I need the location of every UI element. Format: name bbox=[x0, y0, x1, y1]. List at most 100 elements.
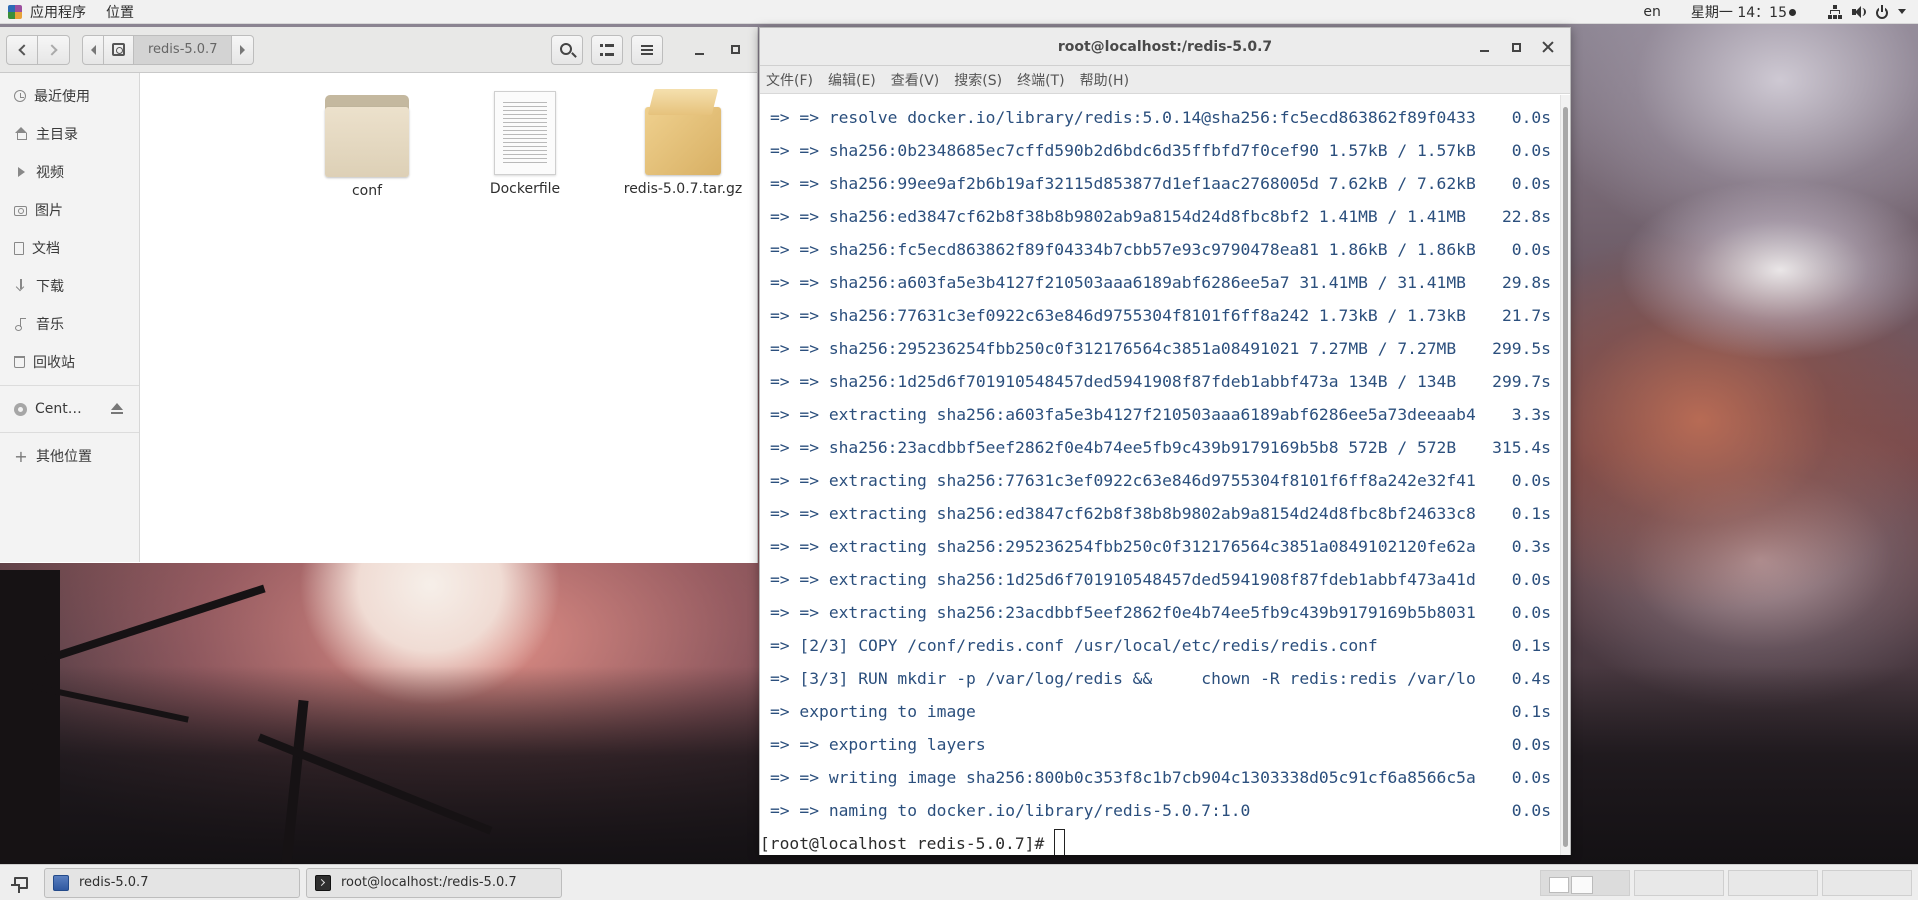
headerbar-tools bbox=[551, 34, 753, 65]
terminal-prompt-line[interactable]: [root@localhost redis-5.0.7]# bbox=[760, 827, 1561, 855]
menu-help[interactable]: 帮助(H) bbox=[1080, 70, 1129, 90]
workspace-3[interactable] bbox=[1728, 869, 1818, 896]
minimize-button[interactable] bbox=[683, 35, 715, 65]
terminal-line: => => exporting layers 0.0s bbox=[770, 728, 1561, 761]
sidebar-item-label: Cent… bbox=[35, 401, 82, 417]
terminal-line: => => resolve docker.io/library/redis:5.… bbox=[770, 101, 1561, 134]
file-item-archive[interactable]: redis-5.0.7.tar.gz bbox=[618, 83, 748, 197]
menu-terminal[interactable]: 终端(T) bbox=[1017, 70, 1064, 90]
sidebar-item-trash[interactable]: 回收站 bbox=[0, 343, 139, 381]
drive-icon bbox=[112, 43, 125, 56]
workspace-4[interactable] bbox=[1822, 869, 1912, 896]
sidebar-item-label: 音乐 bbox=[36, 317, 64, 333]
terminal-screen[interactable]: => => resolve docker.io/library/redis:5.… bbox=[760, 95, 1561, 855]
terminal-line-text: => => sha256:295236254fbb250c0f312176564… bbox=[770, 339, 1457, 358]
sidebar-item-device[interactable]: Cent… bbox=[0, 390, 139, 428]
terminal-titlebar[interactable]: root@localhost:/redis-5.0.7 bbox=[760, 28, 1570, 66]
terminal-line: => => sha256:23acdbbf5eef2862f0e4b74ee5f… bbox=[770, 431, 1561, 464]
terminal-line-time: 0.1s bbox=[1511, 636, 1551, 655]
taskbar-item-label: root@localhost:/redis-5.0.7 bbox=[341, 875, 517, 890]
taskbar-item-terminal[interactable]: root@localhost:/redis-5.0.7 bbox=[306, 867, 562, 898]
triangle-right-icon bbox=[240, 44, 246, 55]
terminal-line-text: => [3/3] RUN mkdir -p /var/log/redis && … bbox=[770, 669, 1476, 688]
terminal-scrollbar[interactable] bbox=[1560, 95, 1570, 855]
terminal-line-time: 0.0s bbox=[1511, 108, 1551, 127]
terminal-line-time: 3.3s bbox=[1511, 405, 1551, 424]
clock-icon bbox=[14, 90, 26, 102]
path-current-button[interactable]: redis-5.0.7 bbox=[134, 34, 233, 65]
path-scroll-left-button[interactable] bbox=[82, 34, 104, 65]
file-item-conf[interactable]: conf bbox=[302, 83, 432, 199]
eject-icon[interactable] bbox=[111, 403, 123, 415]
terminal-line-time: 299.7s bbox=[1492, 372, 1551, 391]
terminal-line: => => sha256:99ee9af2b6b19af32115d853877… bbox=[770, 167, 1561, 200]
places-menu[interactable]: 位置 bbox=[96, 2, 144, 22]
wallpaper-tree-branch bbox=[44, 584, 266, 664]
taskbar-item-label: redis-5.0.7 bbox=[79, 875, 149, 890]
file-item-dockerfile[interactable]: Dockerfile bbox=[460, 83, 590, 197]
menu-edit[interactable]: 编辑(E) bbox=[828, 70, 876, 90]
maximize-button[interactable] bbox=[1502, 34, 1530, 60]
terminal-line-text: => => extracting sha256:a603fa5e3b4127f2… bbox=[770, 405, 1476, 424]
workspace-1[interactable] bbox=[1540, 869, 1630, 896]
sidebar-item-label: 最近使用 bbox=[34, 89, 90, 105]
system-menu[interactable] bbox=[1828, 4, 1918, 19]
close-button[interactable] bbox=[1534, 34, 1562, 60]
back-button[interactable] bbox=[6, 34, 38, 65]
scrollbar-thumb[interactable] bbox=[1563, 107, 1568, 847]
video-icon bbox=[14, 165, 28, 179]
terminal-cursor bbox=[1054, 828, 1066, 855]
path-scroll-right-button[interactable] bbox=[232, 34, 255, 65]
sidebar-item-music[interactable]: 音乐 bbox=[0, 305, 139, 343]
text-file-icon bbox=[494, 91, 556, 175]
document-icon bbox=[14, 241, 24, 255]
sidebar-item-documents[interactable]: 文档 bbox=[0, 229, 139, 267]
maximize-button[interactable] bbox=[719, 35, 751, 65]
terminal-line-time: 299.5s bbox=[1492, 339, 1551, 358]
menu-view[interactable]: 查看(V) bbox=[891, 70, 940, 90]
clock[interactable]: 星期一 14：15 bbox=[1681, 2, 1828, 22]
sidebar-item-pictures[interactable]: 图片 bbox=[0, 191, 139, 229]
terminal-line-text: => => sha256:ed3847cf62b8f38b8b9802ab9a8… bbox=[770, 207, 1466, 226]
applications-menu[interactable]: 应用程序 bbox=[0, 0, 96, 24]
chevron-left-icon bbox=[18, 43, 30, 56]
menu-file[interactable]: 文件(F) bbox=[766, 70, 813, 90]
window-controls bbox=[683, 35, 751, 65]
search-icon bbox=[560, 42, 572, 55]
music-icon bbox=[14, 317, 28, 331]
sidebar-item-recent[interactable]: 最近使用 bbox=[0, 77, 139, 115]
search-button[interactable] bbox=[551, 34, 583, 65]
workspace-2[interactable] bbox=[1634, 869, 1724, 896]
sidebar-item-home[interactable]: 主目录 bbox=[0, 115, 139, 153]
terminal-line-time: 0.4s bbox=[1511, 669, 1551, 688]
terminal-line-text: => => sha256:a603fa5e3b4127f210503aaa618… bbox=[770, 273, 1466, 292]
terminal-line: => => extracting sha256:23acdbbf5eef2862… bbox=[770, 596, 1561, 629]
terminal-line-text: => => sha256:fc5ecd863862f89f04334b7cbb5… bbox=[770, 240, 1476, 259]
menu-search[interactable]: 搜索(S) bbox=[954, 70, 1002, 90]
camera-icon bbox=[14, 206, 27, 216]
input-language-indicator[interactable]: en bbox=[1623, 4, 1681, 20]
forward-button[interactable] bbox=[38, 34, 70, 65]
view-mode-button[interactable] bbox=[591, 34, 623, 65]
gnome-foot-icon bbox=[8, 4, 22, 19]
taskbar-item-file-manager[interactable]: redis-5.0.7 bbox=[44, 867, 300, 898]
path-root-button[interactable] bbox=[104, 34, 134, 65]
sidebar-item-other-locations[interactable]: + 其他位置 bbox=[0, 437, 139, 475]
minimize-button[interactable] bbox=[1470, 34, 1498, 60]
terminal-line-time: 0.0s bbox=[1511, 471, 1551, 490]
sidebar-divider bbox=[0, 432, 139, 433]
show-desktop-button[interactable] bbox=[4, 868, 38, 898]
file-view: conf Dockerfile redis-5.0.7.tar.gz bbox=[140, 73, 757, 562]
file-name: Dockerfile bbox=[489, 181, 561, 197]
minimize-icon bbox=[1479, 50, 1489, 52]
terminal-title: root@localhost:/redis-5.0.7 bbox=[1057, 38, 1273, 55]
sidebar-item-downloads[interactable]: 下载 bbox=[0, 267, 139, 305]
folder-icon bbox=[325, 95, 409, 177]
menu-button[interactable] bbox=[631, 34, 663, 65]
terminal-line-time: 0.0s bbox=[1511, 141, 1551, 160]
terminal-line-text: => [2/3] COPY /conf/redis.conf /usr/loca… bbox=[770, 636, 1378, 655]
terminal-line-time: 0.0s bbox=[1511, 174, 1551, 193]
sidebar-item-videos[interactable]: 视频 bbox=[0, 153, 139, 191]
terminal-line: => => sha256:1d25d6f701910548457ded59419… bbox=[770, 365, 1561, 398]
notification-dot-icon bbox=[1789, 8, 1796, 16]
